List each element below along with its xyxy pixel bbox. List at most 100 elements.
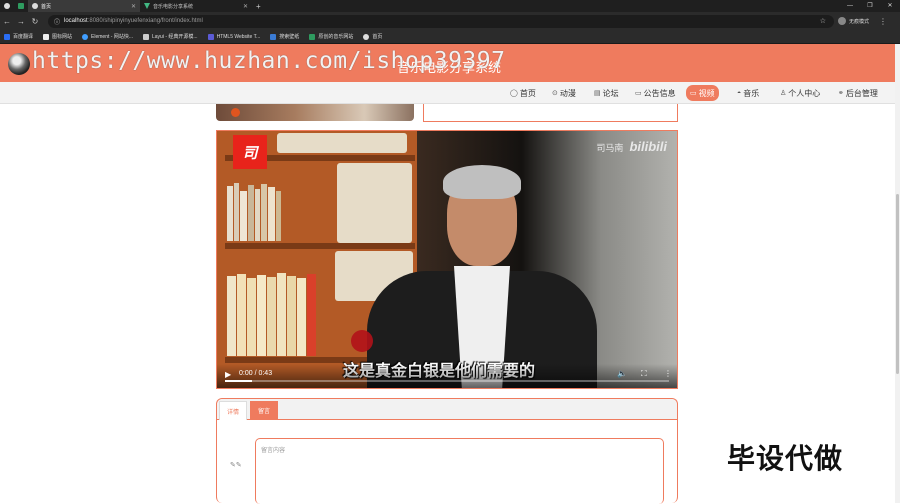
close-window-icon[interactable]: ✕ xyxy=(880,0,900,12)
translate-icon xyxy=(4,33,10,40)
globe-icon xyxy=(32,3,38,9)
html5-icon xyxy=(207,33,214,40)
tab-comment[interactable]: 留言 xyxy=(250,401,278,420)
url-field[interactable]: ⓘ localhost:8080/shipinyinyuefenxiang/fr… xyxy=(48,14,834,28)
nav-label: 论坛 xyxy=(602,88,619,98)
bookmark-item[interactable]: HTML5 Website T... xyxy=(207,33,261,40)
bilibili-logo: bilibili xyxy=(629,139,667,154)
bilibili-watermark: 司马南 bilibili xyxy=(596,139,667,154)
channel-logo: 司 xyxy=(233,135,267,169)
bookmark-label: Element - 网站快... xyxy=(91,34,133,40)
profile-button[interactable]: 无痕模式 xyxy=(838,17,869,25)
detail-comment-panel: 详情 留言 ✎✎ 留言内容 xyxy=(216,398,678,504)
video-controls: ▶ 0:00 / 0:43 🔈 ⛶ ⋮ xyxy=(217,364,677,388)
site-logo[interactable] xyxy=(8,53,30,75)
maximize-icon[interactable]: ❐ xyxy=(860,0,880,12)
tab-detail[interactable]: 详情 xyxy=(219,401,247,420)
nav-home[interactable]: ◯ 首页 xyxy=(510,86,536,100)
link-icon: ⚭ xyxy=(838,90,844,97)
nav-video[interactable]: ▭ 视频 xyxy=(686,85,719,101)
incognito-icon xyxy=(838,17,846,25)
video-icon: ▭ xyxy=(690,90,697,97)
bookmark-item[interactable]: 原创的音乐网站 xyxy=(309,33,353,40)
nav-announcements[interactable]: ▭ 公告信息 xyxy=(635,86,676,100)
panel-tabs: 详情 留言 xyxy=(217,399,677,420)
browser-tab-bar: 首页 ✕ 音乐电影分享系统 ✕ + — ❐ ✕ xyxy=(0,0,900,12)
edit-icon: ✎✎ xyxy=(230,462,242,469)
bookmark-icon xyxy=(43,33,50,40)
nav-forum[interactable]: ▤ 论坛 xyxy=(594,86,619,100)
bookmark-label: 原创的音乐网站 xyxy=(318,34,354,40)
app-icon xyxy=(18,3,24,9)
scrollbar-thumb[interactable] xyxy=(896,194,899,374)
nav-label: 公告信息 xyxy=(643,88,676,98)
reload-icon[interactable]: ↻ xyxy=(28,17,42,26)
frame-detail xyxy=(225,243,415,249)
vue-icon xyxy=(144,3,150,9)
fullscreen-icon[interactable]: ⛶ xyxy=(641,369,647,379)
minimize-icon[interactable]: — xyxy=(840,0,860,12)
nav-label: 音乐 xyxy=(743,88,760,98)
play-icon[interactable]: ▶ xyxy=(225,370,231,379)
pinned-tab-2[interactable] xyxy=(14,0,28,12)
volume-icon[interactable]: 🔈 xyxy=(617,369,627,378)
bookmarks-bar: 百度翻译 图标网站 Element - 网站快... Layui - 经典开源模… xyxy=(0,30,900,44)
bookmark-item[interactable]: 首页 xyxy=(363,33,382,40)
bookmark-item[interactable]: 图标网站 xyxy=(43,33,72,40)
music-icon: ◓ xyxy=(737,89,742,97)
forum-icon: ▤ xyxy=(594,90,601,97)
mouse-cursor-highlight xyxy=(351,330,373,352)
globe-icon xyxy=(363,33,370,40)
home-icon: ◯ xyxy=(510,90,518,97)
video-progress-bar[interactable] xyxy=(225,380,669,382)
bookmark-item[interactable]: 搜索壁纸 xyxy=(270,33,299,40)
tab-home[interactable]: 首页 ✕ xyxy=(28,0,140,12)
nav-label: 后台管理 xyxy=(845,88,878,98)
tab-label: 首页 xyxy=(41,3,52,10)
more-options-icon[interactable]: ⋮ xyxy=(664,369,672,378)
menu-icon[interactable]: ⋮ xyxy=(879,17,887,26)
bookmark-item[interactable]: 百度翻译 xyxy=(4,33,33,40)
uploader-name: 司马南 xyxy=(596,143,624,153)
close-tab-icon[interactable]: ✕ xyxy=(131,3,136,10)
new-tab-button[interactable]: + xyxy=(252,0,265,12)
close-tab-icon[interactable]: ✕ xyxy=(243,3,248,10)
watermark-url: https://www.huzhan.com/ishop39397 xyxy=(32,48,506,74)
url-host: localhost xyxy=(64,18,88,24)
nav-admin[interactable]: ⚭ 后台管理 xyxy=(838,86,878,100)
pinned-tab-1[interactable] xyxy=(0,0,14,12)
bookmark-star-icon[interactable]: ☆ xyxy=(820,17,826,25)
nav-music[interactable]: ◓ 音乐 xyxy=(737,86,759,100)
music-site-icon xyxy=(309,33,316,40)
bookmark-item[interactable]: Layui - 经典开源模... xyxy=(143,33,198,40)
video-frame-person-hair xyxy=(443,165,521,199)
nav-anime[interactable]: ⊙ 动漫 xyxy=(552,86,576,100)
plus-icon: + xyxy=(256,1,261,11)
page-scrollbar[interactable] xyxy=(895,44,900,503)
window-controls: — ❐ ✕ xyxy=(840,0,900,12)
forward-icon[interactable]: → xyxy=(14,17,28,26)
wallpaper-icon xyxy=(270,33,277,40)
thumbnail-dot xyxy=(231,108,240,117)
bookmark-item[interactable]: Element - 网站快... xyxy=(82,33,133,40)
video-player[interactable]: 司 司马南 bilibili 这是真金白银是他们需要的 ▶ 0:00 / 0:4… xyxy=(216,130,678,389)
previous-info-box xyxy=(423,104,678,122)
previous-thumbnail[interactable] xyxy=(216,104,414,121)
video-progress-fill xyxy=(225,380,252,382)
main-nav: ◯ 首页 ⊙ 动漫 ▤ 论坛 ▭ 公告信息 ▭ 视频 ◓ 音乐 ♙ 个人中心 ⚭ 后台管理 xyxy=(0,82,895,104)
video-time: 0:00 / 0:43 xyxy=(239,370,273,377)
back-icon[interactable]: ← xyxy=(0,17,14,26)
announcement-icon: ▭ xyxy=(635,90,642,97)
nav-user-center[interactable]: ♙ 个人中心 xyxy=(780,86,820,100)
bookmark-label: Layui - 经典开源模... xyxy=(152,34,198,40)
tab-system[interactable]: 音乐电影分享系统 ✕ xyxy=(140,0,252,12)
address-toolbar: ← → ↻ ⓘ localhost:8080/shipinyinyuefenxi… xyxy=(0,12,900,30)
bookmark-label: 首页 xyxy=(372,34,383,40)
anime-icon: ⊙ xyxy=(552,90,558,97)
nav-label: 首页 xyxy=(519,88,536,98)
comment-input[interactable]: 留言内容 xyxy=(255,438,664,504)
layui-icon xyxy=(143,33,149,40)
bookmark-label: 图标网站 xyxy=(52,34,73,40)
bookmark-label: 百度翻译 xyxy=(13,34,34,40)
bookmark-label: HTML5 Website T... xyxy=(216,33,261,40)
